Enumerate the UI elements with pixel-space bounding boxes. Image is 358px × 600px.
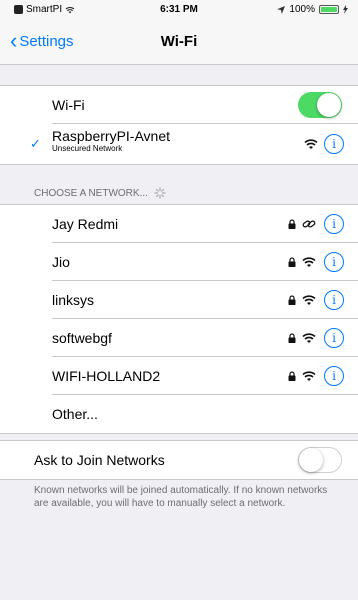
wifi-toggle-row: Wi-Fi: [0, 86, 358, 124]
battery-percent: 100%: [289, 4, 315, 15]
network-name: linksys: [52, 292, 95, 308]
status-right: 100%: [277, 4, 348, 15]
hotspot-link-icon: [302, 220, 316, 228]
ask-to-join-footer: Known networks will be joined automatica…: [34, 485, 328, 509]
lock-icon: [288, 257, 296, 267]
charging-icon: [343, 5, 348, 14]
info-icon[interactable]: i: [324, 366, 344, 386]
network-name: softwebgf: [52, 330, 112, 346]
checkmark-icon: ✓: [30, 136, 41, 151]
lock-icon: [288, 371, 296, 381]
connected-network-row[interactable]: ✓ RaspberryPI-Avnet Unsecured Network i: [0, 124, 358, 164]
network-name: Jio: [52, 254, 70, 270]
network-row[interactable]: linksys i: [0, 281, 358, 319]
choose-network-label: CHOOSE A NETWORK...: [34, 187, 148, 199]
spinner-icon: [154, 187, 166, 199]
networks-group: Jay Redmi i Jio i linksys i softwebgf i WIFI-HOL…: [0, 204, 358, 434]
wifi-icon: [302, 295, 316, 305]
battery-fill: [321, 7, 337, 12]
network-list: Jay Redmi i Jio i linksys i softwebgf i WIFI-HOL…: [0, 205, 358, 395]
wifi-icon: [302, 333, 316, 343]
connected-network-subtitle: Unsecured Network: [52, 144, 123, 153]
connected-network-name: RaspberryPI-Avnet: [52, 128, 171, 144]
toggle-knob: [299, 448, 323, 472]
lock-icon: [288, 295, 296, 305]
lock-icon: [288, 333, 296, 343]
info-icon[interactable]: i: [324, 214, 344, 234]
wifi-icon: [302, 371, 316, 381]
network-name: WIFI-HOLLAND2: [52, 368, 161, 384]
choose-network-header: CHOOSE A NETWORK...: [34, 187, 166, 199]
location-arrow-icon: [277, 5, 286, 14]
wifi-group: Wi-Fi ✓ RaspberryPI-Avnet Unsecured Netw…: [0, 85, 358, 165]
ask-to-join-group: Ask to Join Networks: [0, 440, 358, 480]
network-row[interactable]: Jio i: [0, 243, 358, 281]
ask-to-join-label: Ask to Join Networks: [34, 452, 165, 468]
wifi-icon: [302, 257, 316, 267]
info-icon[interactable]: i: [324, 328, 344, 348]
other-network-row[interactable]: Other...: [0, 395, 358, 433]
info-icon[interactable]: i: [324, 252, 344, 272]
network-row[interactable]: Jay Redmi i: [0, 205, 358, 243]
ask-to-join-row: Ask to Join Networks: [0, 441, 358, 479]
wifi-toggle-label: Wi-Fi: [52, 97, 85, 113]
lock-icon: [288, 219, 296, 229]
wifi-icon: [304, 139, 318, 149]
other-network-label: Other...: [52, 406, 98, 422]
status-bar: SmartPI 6:31 PM 100%: [0, 0, 358, 20]
battery-icon: [319, 5, 339, 14]
network-row[interactable]: softwebgf i: [0, 319, 358, 357]
toggle-knob: [317, 93, 341, 117]
wifi-toggle-switch[interactable]: [298, 92, 342, 118]
ask-to-join-toggle[interactable]: [298, 447, 342, 473]
network-name: Jay Redmi: [52, 216, 119, 232]
info-icon[interactable]: i: [324, 290, 344, 310]
info-icon[interactable]: i: [324, 134, 344, 154]
network-row[interactable]: WIFI-HOLLAND2 i: [0, 357, 358, 395]
page-title: Wi-Fi: [160, 33, 198, 50]
navigation-bar: ‹ Settings Wi-Fi: [0, 20, 358, 65]
